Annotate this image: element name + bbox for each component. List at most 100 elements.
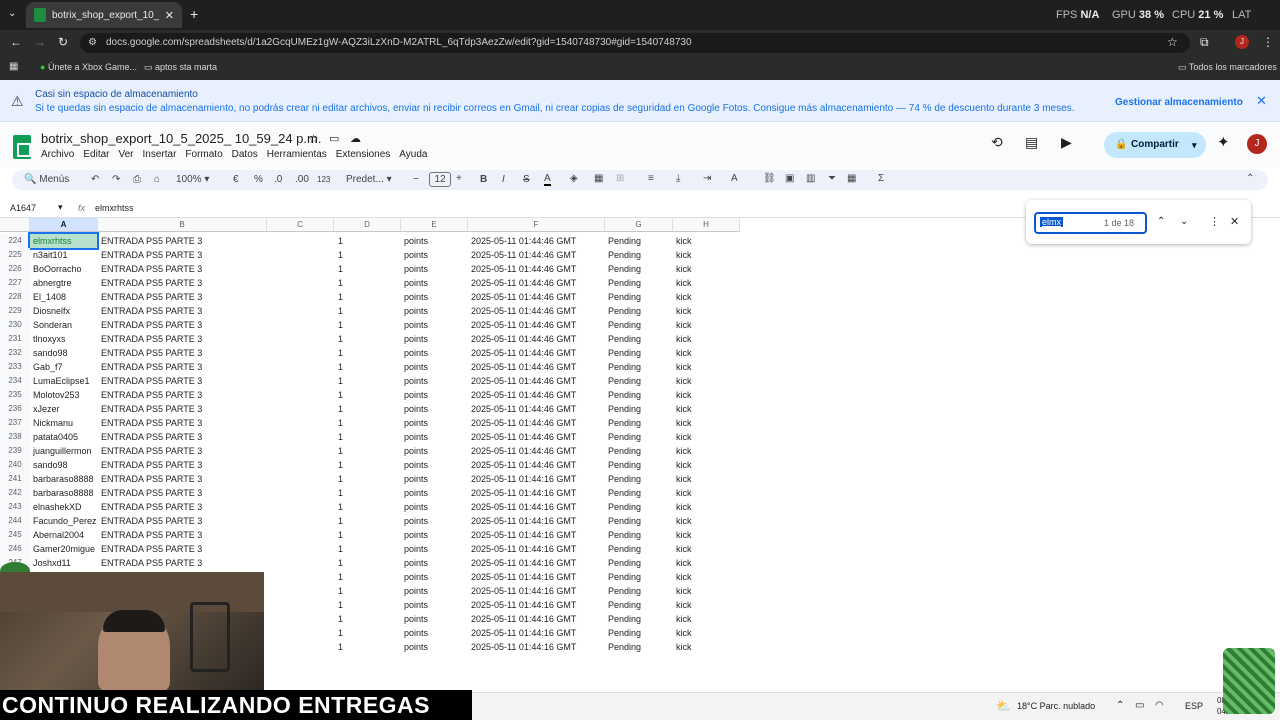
cell-f[interactable]: 2025-05-11 01:44:46 GMT (471, 248, 603, 262)
cell-e[interactable]: points (404, 388, 466, 402)
cell-g[interactable]: Pending (608, 304, 671, 318)
cell-f[interactable]: 2025-05-11 01:44:46 GMT (471, 262, 603, 276)
cell-e[interactable]: points (404, 290, 466, 304)
cell-d[interactable]: 1 (338, 458, 398, 472)
cell-a[interactable]: abnergtre (33, 276, 97, 290)
close-find-icon[interactable]: ✕ (1230, 215, 1239, 228)
strikethrough-icon[interactable]: S (523, 174, 530, 185)
cell-g[interactable]: Pending (608, 570, 671, 584)
cell-h[interactable]: kick (676, 290, 738, 304)
cell-a[interactable]: patata0405 (33, 430, 97, 444)
tray-chevron-icon[interactable]: ⌃ (1116, 700, 1124, 711)
sheets-logo-icon[interactable] (13, 135, 31, 159)
cell-g[interactable]: Pending (608, 444, 671, 458)
cell-h[interactable]: kick (676, 332, 738, 346)
cell-h[interactable]: kick (676, 458, 738, 472)
cell-f[interactable]: 2025-05-11 01:44:16 GMT (471, 626, 603, 640)
cell-b[interactable]: ENTRADA PS5 PARTE 3 (101, 556, 265, 570)
cell-e[interactable]: points (404, 528, 466, 542)
increase-size-icon[interactable]: + (456, 173, 462, 184)
text-color-icon[interactable]: A (544, 173, 551, 186)
meet-icon[interactable]: ▶ (1061, 134, 1072, 151)
cell-f[interactable]: 2025-05-11 01:44:16 GMT (471, 542, 603, 556)
cell-e[interactable]: points (404, 444, 466, 458)
number-format[interactable]: 123 (317, 175, 330, 184)
cell-b[interactable]: ENTRADA PS5 PARTE 3 (101, 486, 265, 500)
cell-h[interactable]: kick (676, 542, 738, 556)
name-box-chevron-icon[interactable]: ▾ (58, 202, 63, 213)
cell-e[interactable]: points (404, 626, 466, 640)
cell-g[interactable]: Pending (608, 486, 671, 500)
cell-g[interactable]: Pending (608, 262, 671, 276)
bookmark-star-icon[interactable]: ☆ (1167, 35, 1178, 49)
chart-icon[interactable]: ▥ (806, 173, 815, 184)
merge-cells-icon[interactable]: ⊞ (616, 173, 624, 184)
cell-e[interactable]: points (404, 584, 466, 598)
wrap-icon[interactable]: ⇥ (703, 173, 711, 184)
cell-d[interactable]: 1 (338, 234, 398, 248)
cell-g[interactable]: Pending (608, 458, 671, 472)
document-title[interactable]: botrix_shop_export_10_5_2025_ 10_59_24 p… (41, 131, 321, 146)
cell-b[interactable]: ENTRADA PS5 PARTE 3 (101, 528, 265, 542)
row-number[interactable]: 232 (0, 346, 30, 360)
row-number[interactable]: 224 (0, 234, 30, 248)
cell-g[interactable]: Pending (608, 374, 671, 388)
network-icon[interactable]: ▭ (1135, 700, 1144, 711)
bold-icon[interactable]: B (480, 174, 487, 185)
cell-b[interactable]: ENTRADA PS5 PARTE 3 (101, 304, 265, 318)
increase-decimals[interactable]: .00 (295, 174, 309, 185)
cell-e[interactable]: points (404, 430, 466, 444)
cell-b[interactable]: ENTRADA PS5 PARTE 3 (101, 444, 265, 458)
collapse-toolbar-icon[interactable]: ⌃ (1246, 173, 1254, 184)
cell-a[interactable]: sando98 (33, 458, 97, 472)
find-options-icon[interactable]: ⋮ (1209, 215, 1220, 228)
close-banner-icon[interactable]: ✕ (1256, 93, 1267, 109)
cell-d[interactable]: 1 (338, 360, 398, 374)
row-number[interactable]: 229 (0, 304, 30, 318)
cell-g[interactable]: Pending (608, 402, 671, 416)
cell-g[interactable]: Pending (608, 598, 671, 612)
cell-d[interactable]: 1 (338, 556, 398, 570)
cell-g[interactable]: Pending (608, 528, 671, 542)
cell-a[interactable]: Abernal2004 (33, 528, 97, 542)
formula-input[interactable]: elmxrhtss (95, 203, 134, 213)
cell-e[interactable]: points (404, 500, 466, 514)
row-number[interactable]: 230 (0, 318, 30, 332)
cell-e[interactable]: points (404, 556, 466, 570)
cell-d[interactable]: 1 (338, 402, 398, 416)
cell-h[interactable]: kick (676, 528, 738, 542)
cell-e[interactable]: points (404, 332, 466, 346)
comments-icon[interactable]: ▤ (1025, 134, 1038, 151)
cell-g[interactable]: Pending (608, 500, 671, 514)
cell-h[interactable]: kick (676, 346, 738, 360)
zoom-select[interactable]: 100% ▾ (176, 174, 209, 185)
weather-text[interactable]: 18°C Parc. nublado (1017, 701, 1095, 711)
cell-g[interactable]: Pending (608, 542, 671, 556)
cell-h[interactable]: kick (676, 402, 738, 416)
row-number[interactable]: 242 (0, 486, 30, 500)
row-number[interactable]: 238 (0, 430, 30, 444)
cell-f[interactable]: 2025-05-11 01:44:46 GMT (471, 318, 603, 332)
cell-b[interactable]: ENTRADA PS5 PARTE 3 (101, 332, 265, 346)
cell-f[interactable]: 2025-05-11 01:44:46 GMT (471, 290, 603, 304)
cell-d[interactable]: 1 (338, 332, 398, 346)
cell-d[interactable]: 1 (338, 444, 398, 458)
back-icon[interactable]: ← (10, 35, 22, 49)
cell-b[interactable]: ENTRADA PS5 PARTE 3 (101, 430, 265, 444)
column-header-g[interactable]: G (605, 218, 673, 232)
cell-f[interactable]: 2025-05-11 01:44:46 GMT (471, 416, 603, 430)
new-tab-icon[interactable]: + (190, 6, 198, 22)
cell-d[interactable]: 1 (338, 626, 398, 640)
column-header-c[interactable]: C (267, 218, 334, 232)
align-left-icon[interactable]: ≡ (648, 173, 654, 184)
cell-a[interactable]: Joshxd11 (33, 556, 97, 570)
italic-icon[interactable]: I (502, 174, 505, 185)
reload-icon[interactable]: ↻ (58, 35, 68, 49)
cell-b[interactable]: ENTRADA PS5 PARTE 3 (101, 346, 265, 360)
account-avatar[interactable]: J (1247, 134, 1267, 154)
row-number[interactable]: 240 (0, 458, 30, 472)
cell-g[interactable]: Pending (608, 290, 671, 304)
cell-h[interactable]: kick (676, 430, 738, 444)
cell-d[interactable]: 1 (338, 276, 398, 290)
all-bookmarks[interactable]: ▭ Todos los marcadores (1178, 62, 1277, 73)
